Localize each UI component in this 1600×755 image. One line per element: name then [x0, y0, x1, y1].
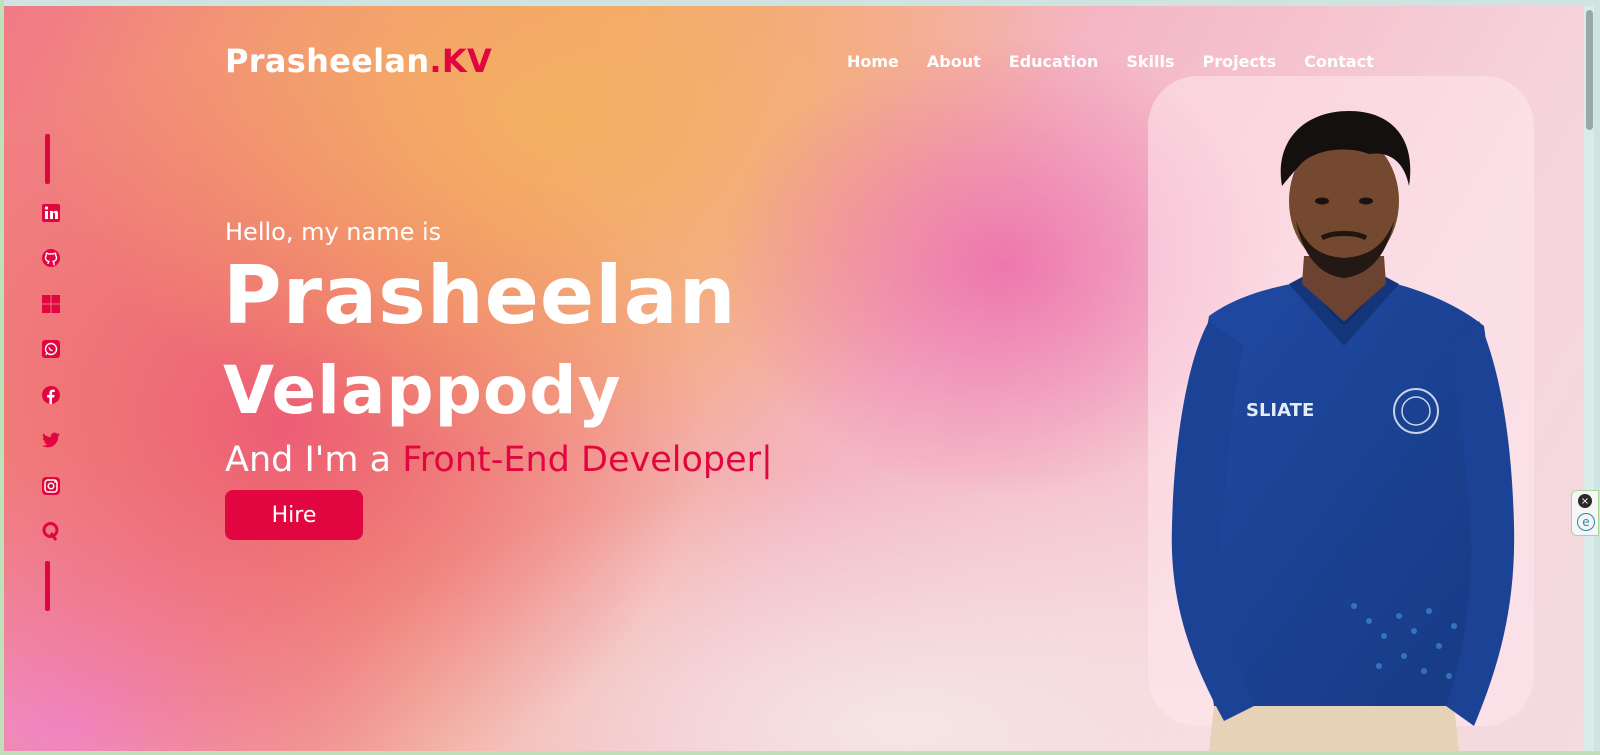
logo-main: Prasheelan: [225, 42, 430, 80]
nav-about[interactable]: About: [927, 52, 981, 71]
shirt-text: SLIATE: [1246, 400, 1314, 421]
logo-accent: .KV: [429, 42, 493, 80]
typing-cursor: |: [761, 440, 773, 480]
browser-viewport: Prasheelan.KV Home About Education Skill…: [0, 0, 1600, 755]
role-typed-text: Front-End Developer: [402, 440, 762, 480]
site-logo[interactable]: Prasheelan.KV: [225, 42, 492, 80]
close-icon[interactable]: ×: [1578, 494, 1592, 508]
quora-icon[interactable]: [40, 520, 62, 542]
window-left-edge: [0, 0, 4, 755]
hire-button[interactable]: Hire: [225, 490, 363, 540]
hero-greeting: Hello, my name is: [225, 218, 442, 246]
role-prefix: And I'm a: [225, 440, 403, 480]
scrollbar-thumb[interactable]: [1586, 10, 1593, 130]
social-divider-bottom: [45, 561, 50, 611]
portfolio-page: Prasheelan.KV Home About Education Skill…: [4, 6, 1584, 751]
nav-projects[interactable]: Projects: [1203, 52, 1277, 71]
extension-e-icon[interactable]: e: [1577, 513, 1595, 531]
nav-contact[interactable]: Contact: [1304, 52, 1374, 71]
main-nav: Home About Education Skills Projects Con…: [847, 52, 1374, 71]
nav-skills[interactable]: Skills: [1126, 52, 1174, 71]
hero-first-name: Prasheelan: [223, 249, 737, 342]
github-icon[interactable]: [40, 247, 62, 269]
hero-role-line: And I'm a Front-End Developer|: [225, 440, 773, 480]
facebook-icon[interactable]: [40, 384, 62, 406]
nav-home[interactable]: Home: [847, 52, 899, 71]
instagram-icon[interactable]: [40, 475, 62, 497]
whatsapp-icon[interactable]: [40, 338, 62, 360]
hero-last-name: Velappody: [223, 352, 622, 429]
profile-photo: SLIATE: [1171, 111, 1515, 751]
windows-icon[interactable]: [40, 293, 62, 315]
linkedin-icon[interactable]: [40, 202, 62, 224]
extension-widget: × e: [1571, 490, 1599, 536]
nav-education[interactable]: Education: [1009, 52, 1099, 71]
twitter-icon[interactable]: [40, 429, 62, 451]
social-divider-top: [45, 134, 50, 184]
window-bottom-edge: [0, 751, 1600, 755]
